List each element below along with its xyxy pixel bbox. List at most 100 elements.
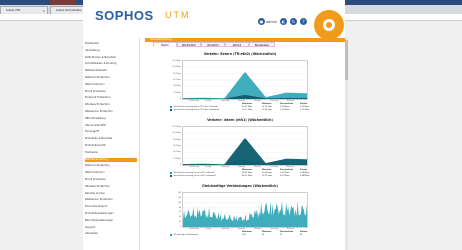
x-tick-label: Donnerstag	[189, 100, 199, 102]
legend-value: 10.26 kbps	[262, 172, 272, 174]
sidebar-item[interactable]: Webserver Protection	[85, 110, 137, 115]
user-icon[interactable]: ●	[258, 18, 265, 25]
chart-title: Verkehr: Intern (eth1) (Wöchentlich)	[207, 118, 273, 122]
legend-header: Minimum	[262, 103, 272, 105]
sidebar-item[interactable]: Protokollansicht	[85, 144, 137, 149]
sidebar-item[interactable]: Site-to-Site-VPN	[85, 124, 137, 129]
sidebar-item[interactable]: Wireless Protection	[85, 103, 137, 108]
chart-svg	[183, 133, 307, 165]
y-tick-label: 120 Mbps	[172, 60, 181, 62]
tab-weekly[interactable]: Wöchentlich	[177, 42, 201, 47]
sidebar-item[interactable]: Verwaltung	[85, 49, 137, 54]
x-tick-label: Mittwoch	[286, 100, 295, 102]
sidebar-item[interactable]: Endpoint Protection	[85, 96, 137, 101]
x-tick-label: Montag	[254, 228, 261, 230]
legend-row: Schnittstellennutzung Intern (eth1) (out…	[170, 175, 310, 178]
legend-value: 1.12 Mbps	[300, 109, 310, 111]
x-tick-label: Montag	[254, 100, 261, 102]
x-tick-label: Mittwoch	[286, 228, 295, 230]
legend-value: 18.02 Mbps	[242, 172, 253, 174]
chart-svg	[183, 197, 307, 227]
x-tick-label: Donnerstag	[189, 166, 199, 168]
sidebar-item[interactable]: Dashboard	[85, 42, 137, 47]
y-tick-label: 40 Mbps	[173, 85, 181, 88]
sidebar-item[interactable]: Remote Access	[85, 192, 137, 197]
refresh-icon[interactable]: ↻	[290, 18, 297, 25]
legend-value: 13.71 Mbps	[242, 109, 253, 111]
legend-label: Schnittstellennutzung Extern TR (eth0) (…	[173, 106, 218, 108]
sidebar-item[interactable]: Email Protection	[85, 178, 137, 183]
y-tick-label: 20	[178, 221, 181, 224]
y-tick-label: 20 Mbps	[173, 157, 181, 160]
sidebar-item[interactable]: Executive Report	[85, 205, 137, 210]
legend-label: Schnittstellennutzung Extern TR (eth0) (…	[173, 109, 220, 111]
sidebar-item[interactable]: Web Protection	[85, 171, 137, 176]
legend-row: Schnittstellennutzung Extern TR (eth0) (…	[170, 109, 310, 112]
legend-value: 86.51 Mbps	[242, 175, 253, 177]
legend-value: 52	[280, 234, 283, 236]
y-tick-label: 120	[177, 196, 181, 199]
sidebar-item[interactable]: Network Protection	[85, 164, 137, 169]
sidebar-item[interactable]: Fernzugriff	[85, 130, 137, 135]
x-tick-label: Samstag	[221, 100, 229, 102]
scrollbar-thumb[interactable]	[345, 40, 348, 80]
legend-label: Schnittstellennutzung Intern (eth1) (inb…	[173, 172, 215, 174]
sidebar-item[interactable]: Hardware	[85, 151, 137, 156]
sidebar-item[interactable]: Definitionen & Benutzer	[85, 56, 137, 61]
sidebar-item[interactable]: RED-Verwaltung	[85, 117, 137, 122]
scrollbar[interactable]	[345, 38, 348, 250]
y-tick-label: 0	[179, 226, 181, 228]
x-tick-label: Dienstag	[270, 100, 278, 102]
browser-tab-1[interactable]: Sophos UTM ×	[0, 6, 48, 14]
settings-icon[interactable]: ◐	[280, 18, 287, 25]
legend-header: Zuletzt	[300, 169, 308, 171]
tab-label: Sophos UTM	[6, 9, 21, 12]
sidebar-item[interactable]: Netzwerknutzung	[85, 157, 137, 163]
tab-yearly[interactable]: Jährlich	[225, 42, 249, 47]
sidebar-item[interactable]: Netzwerkdienste	[85, 69, 137, 74]
chart-svg	[183, 67, 307, 99]
tab-monthly[interactable]: Monatlich	[201, 42, 225, 47]
y-tick-label: 100 Mbps	[172, 66, 181, 69]
legend-header: Durchschnitt	[280, 231, 294, 233]
legend-value: 5.01 Mbps	[280, 175, 290, 177]
sidebar-item[interactable]: Webserver Protection	[85, 198, 137, 203]
legend-header: Maximum	[242, 103, 252, 105]
sidebar-item[interactable]: Protokolle & Berichte	[85, 137, 137, 142]
legend-value: 86.02 Mbps	[242, 106, 253, 108]
sidebar-item[interactable]: Protokolleinstellungen	[85, 212, 137, 217]
x-tick-label: Dienstag	[270, 228, 278, 230]
legend-header: Durchschnitt	[280, 169, 294, 171]
tab-label: Sophos Administration	[56, 9, 82, 12]
sidebar-item[interactable]: Web Protection	[85, 83, 137, 88]
y-tick-label: 40	[178, 216, 181, 219]
sidebar-item[interactable]: Wireless Protection	[85, 185, 137, 190]
y-tick-label: 60	[178, 211, 181, 214]
series-area-0	[183, 200, 307, 227]
legend-value: 6.52 Mbps	[300, 106, 310, 108]
legend-swatch	[170, 175, 173, 178]
tab-daily[interactable]: Täglich	[153, 42, 177, 47]
legend-header: Durchschnitt	[280, 103, 294, 105]
close-icon[interactable]: ×	[42, 7, 45, 14]
x-tick-label: Sonntag	[237, 166, 245, 168]
y-tick-label: 80	[178, 206, 181, 209]
legend-header: Zuletzt	[300, 103, 308, 105]
sidebar-item[interactable]: Schnittstellen & Routing	[85, 62, 137, 67]
tab-bandwidth[interactable]: Bandbreiten	[249, 42, 275, 47]
x-tick-label: Freitag	[205, 228, 212, 230]
chart-plot-area: 140 120 100 80 60 40 20 0 Donnerstag Freitag Samst…	[178, 192, 308, 230]
x-tick-label: Sonntag	[237, 228, 245, 230]
sidebar-item[interactable]: Network Protection	[85, 76, 137, 81]
x-tick-label: Freitag	[205, 166, 212, 168]
sidebar-item[interactable]: Abmelden	[85, 232, 137, 237]
sidebar-item[interactable]: Email Protection	[85, 90, 137, 95]
sidebar-item[interactable]: Berichtseinstellungen	[85, 219, 137, 224]
y-tick-label: 0	[179, 164, 181, 166]
x-tick-label: Montag	[254, 166, 261, 168]
sidebar-item[interactable]: Support	[85, 226, 137, 231]
legend-header: Maximum	[242, 169, 252, 171]
y-tick-label: 100	[177, 201, 181, 204]
y-tick-label: 100 Mbps	[172, 132, 181, 135]
help-icon[interactable]: ?	[300, 18, 307, 25]
